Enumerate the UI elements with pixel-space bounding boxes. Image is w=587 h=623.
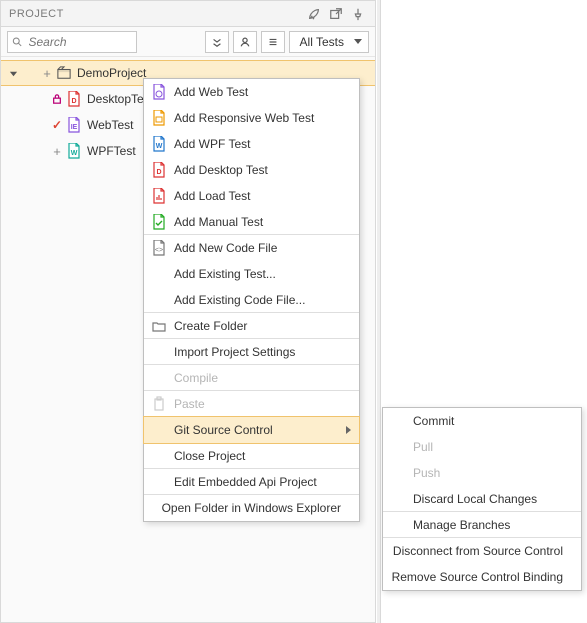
tree-item-label: WebTest bbox=[87, 118, 133, 132]
menu-git-discard-changes[interactable]: Discard Local Changes bbox=[383, 486, 581, 512]
search-icon bbox=[12, 36, 23, 48]
open-external-icon[interactable] bbox=[325, 3, 347, 25]
wpf-test-icon: W bbox=[67, 143, 81, 159]
panel-header: PROJECT bbox=[1, 1, 375, 27]
search-input[interactable] bbox=[27, 34, 133, 50]
menu-paste: Paste bbox=[144, 391, 359, 417]
rocket-icon[interactable] bbox=[303, 3, 325, 25]
status-added-icon: + bbox=[41, 67, 53, 80]
menu-git-remove-binding[interactable]: Remove Source Control Binding bbox=[383, 564, 581, 590]
code-file-icon: <> bbox=[152, 240, 166, 256]
menu-create-folder[interactable]: Create Folder bbox=[144, 313, 359, 339]
svg-text:D: D bbox=[156, 169, 161, 176]
expand-collapse-button[interactable] bbox=[205, 31, 229, 53]
responsive-test-icon bbox=[152, 110, 166, 126]
folder-icon bbox=[152, 318, 166, 334]
test-filter-dropdown[interactable]: All Tests bbox=[289, 31, 369, 53]
submenu-arrow-icon bbox=[346, 426, 351, 434]
menu-compile: Compile bbox=[144, 365, 359, 391]
panel-splitter[interactable] bbox=[377, 0, 381, 623]
desktop-test-icon: D bbox=[152, 162, 166, 178]
svg-text:D: D bbox=[71, 98, 76, 105]
menu-edit-embedded-api-project[interactable]: Edit Embedded Api Project bbox=[144, 469, 359, 495]
menu-add-new-code-file[interactable]: <> Add New Code File bbox=[144, 235, 359, 261]
svg-text:<>: <> bbox=[155, 247, 163, 254]
project-context-menu: Add Web Test Add Responsive Web Test W A… bbox=[143, 78, 360, 522]
web-test-icon: IE bbox=[67, 117, 81, 133]
menu-import-project-settings[interactable]: Import Project Settings bbox=[144, 339, 359, 365]
panel-toolbar: All Tests bbox=[1, 27, 375, 57]
menu-add-wpf-test[interactable]: W Add WPF Test bbox=[144, 131, 359, 157]
manual-test-icon bbox=[152, 214, 166, 230]
menu-add-manual-test[interactable]: Add Manual Test bbox=[144, 209, 359, 235]
git-submenu: Commit Pull Push Discard Local Changes M… bbox=[382, 407, 582, 591]
web-test-icon bbox=[152, 84, 166, 100]
wpf-test-icon: W bbox=[152, 136, 166, 152]
menu-open-folder-in-explorer[interactable]: Open Folder in Windows Explorer bbox=[144, 495, 359, 521]
menu-close-project[interactable]: Close Project bbox=[144, 443, 359, 469]
menu-git-pull: Pull bbox=[383, 434, 581, 460]
pin-icon[interactable] bbox=[347, 3, 369, 25]
menu-add-existing-code-file[interactable]: Add Existing Code File... bbox=[144, 287, 359, 313]
panel-title: PROJECT bbox=[9, 8, 303, 20]
status-added-icon: + bbox=[51, 145, 63, 158]
menu-git-manage-branches[interactable]: Manage Branches bbox=[383, 512, 581, 538]
menu-git-source-control[interactable]: Git Source Control bbox=[143, 416, 360, 444]
menu-add-desktop-test[interactable]: D Add Desktop Test bbox=[144, 157, 359, 183]
test-filter-label: All Tests bbox=[300, 35, 344, 49]
svg-text:W: W bbox=[71, 150, 78, 157]
menu-add-load-test[interactable]: Add Load Test bbox=[144, 183, 359, 209]
tree-item-label: WPFTest bbox=[87, 144, 136, 158]
menu-git-disconnect[interactable]: Disconnect from Source Control bbox=[383, 538, 581, 564]
list-view-button[interactable] bbox=[261, 31, 285, 53]
load-test-icon bbox=[152, 188, 166, 204]
svg-text:IE: IE bbox=[71, 124, 78, 131]
chevron-down-icon bbox=[354, 39, 362, 44]
status-edited-icon: ✓ bbox=[51, 119, 63, 131]
menu-git-commit[interactable]: Commit bbox=[383, 408, 581, 434]
paste-icon bbox=[152, 396, 166, 412]
menu-add-web-test[interactable]: Add Web Test bbox=[144, 79, 359, 105]
menu-add-responsive-web-test[interactable]: Add Responsive Web Test bbox=[144, 105, 359, 131]
svg-text:W: W bbox=[156, 143, 163, 150]
status-locked-icon bbox=[51, 94, 63, 104]
search-box[interactable] bbox=[7, 31, 137, 53]
user-view-button[interactable] bbox=[233, 31, 257, 53]
desktop-test-icon: D bbox=[67, 91, 81, 107]
expander-icon[interactable] bbox=[7, 67, 19, 79]
menu-add-existing-test[interactable]: Add Existing Test... bbox=[144, 261, 359, 287]
project-icon bbox=[57, 65, 71, 81]
tree-root-label: DemoProject bbox=[77, 66, 146, 80]
menu-git-push: Push bbox=[383, 460, 581, 486]
